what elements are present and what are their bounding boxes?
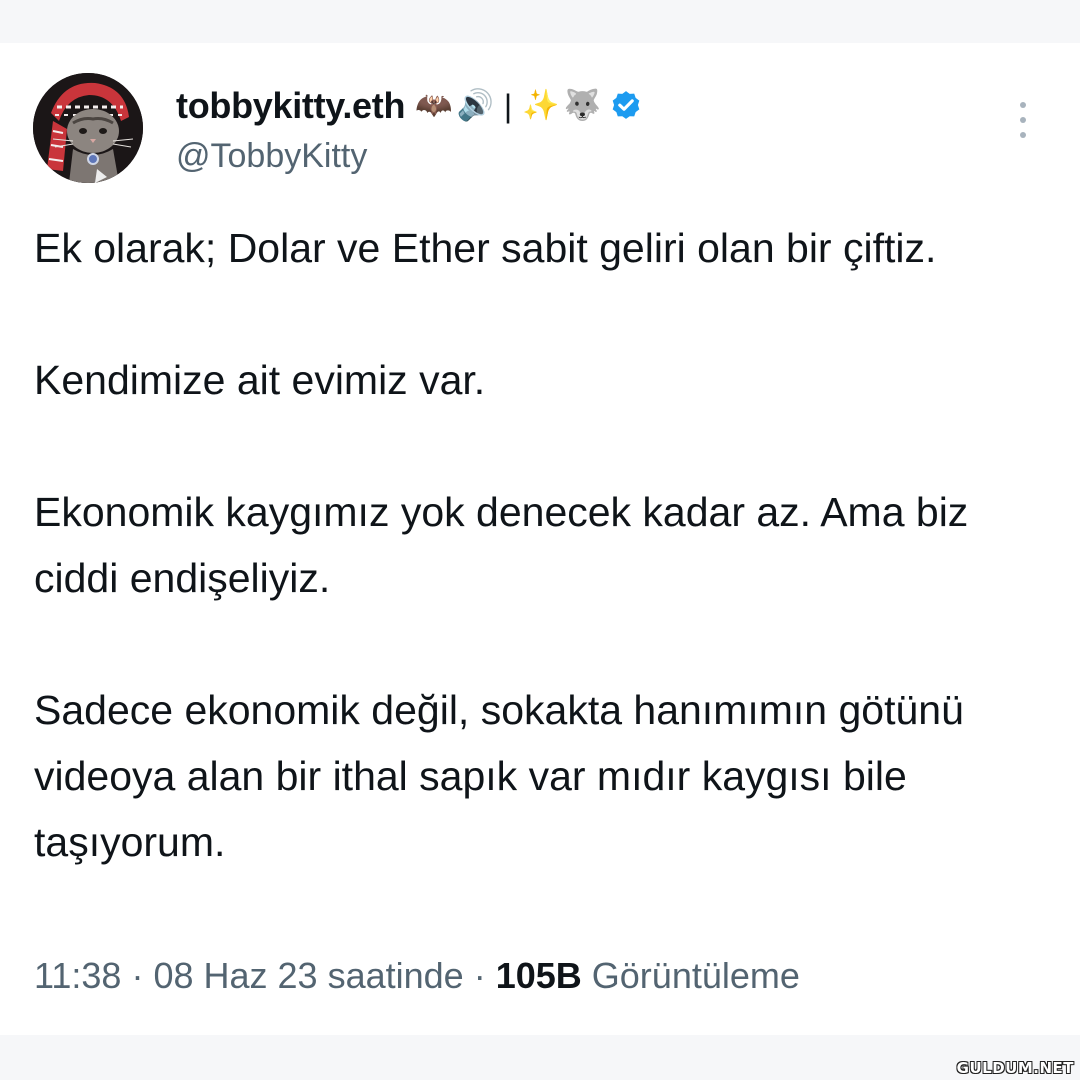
screenshot-frame: tobbykitty.eth 🦇 🔊 | ✨ 🐺 @TobbyKitty Ek … [0,0,1080,1080]
more-dot [1020,132,1026,138]
sparkles-emoji-icon: ✨ [522,89,560,122]
verified-badge-icon [609,89,643,123]
display-name-row: tobbykitty.eth 🦇 🔊 | ✨ 🐺 [176,85,643,127]
tweet-card: tobbykitty.eth 🦇 🔊 | ✨ 🐺 @TobbyKitty Ek … [0,43,1080,1035]
name-decorations: 🦇 🔊 | ✨ 🐺 [415,90,601,122]
tweet-time[interactable]: 11:38 [34,955,121,996]
more-options-icon[interactable] [1008,98,1038,142]
bat-emoji-icon: 🦇 [415,89,453,122]
tweet-text: Ek olarak; Dolar ve Ether sabit geliri o… [34,215,1054,875]
more-dot [1020,102,1026,108]
meta-separator: · [131,955,144,996]
avatar[interactable] [33,73,143,183]
cat-avatar-icon [33,73,143,183]
views-count[interactable]: 105B [496,955,582,996]
views-label: Görüntüleme [591,955,800,996]
watermark: GULDUM.NET [956,1059,1074,1077]
tweet-date[interactable]: 08 Haz 23 saatinde [153,955,463,996]
tweet-paragraph-3: Ekonomik kaygımız yok denecek kadar az. … [34,489,969,601]
tweet-meta: 11:38 · 08 Haz 23 saatinde · 105B Görünt… [34,955,800,997]
speaker-emoji-icon: 🔊 [456,89,494,122]
wolf-emoji-icon: 🐺 [563,89,601,122]
display-name[interactable]: tobbykitty.eth [176,85,405,127]
more-dot [1020,117,1026,123]
tweet-paragraph-2: Kendimize ait evimiz var. [34,357,486,403]
user-handle[interactable]: @TobbyKitty [176,137,367,176]
tweet-paragraph-4: Sadece ekonomik değil, sokakta hanımımın… [34,687,964,865]
meta-separator: · [473,955,486,996]
name-separator: | [503,88,513,124]
tweet-paragraph-1: Ek olarak; Dolar ve Ether sabit geliri o… [34,225,937,271]
